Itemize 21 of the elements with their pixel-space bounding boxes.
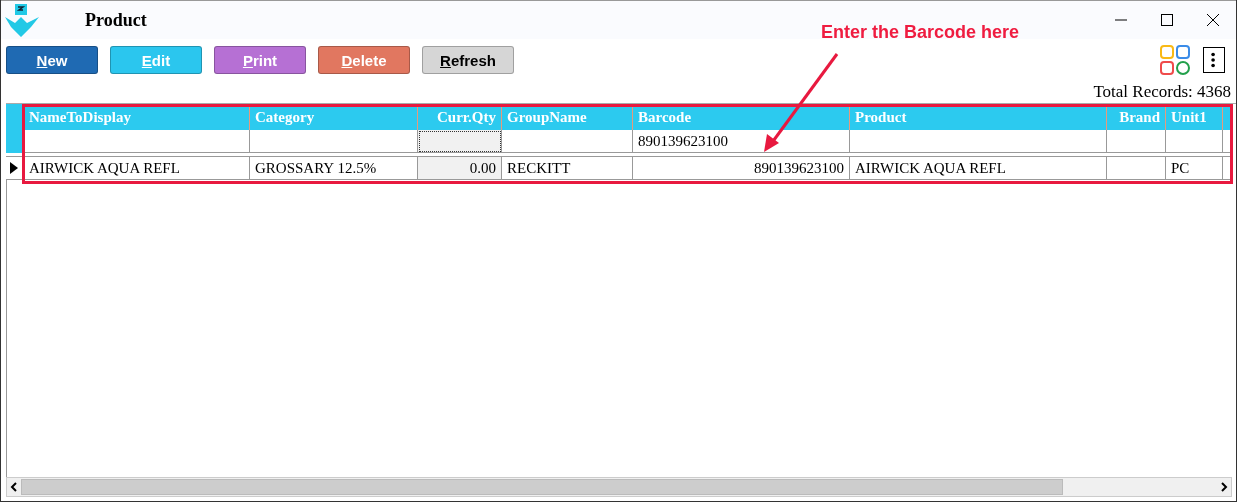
toolbar-button[interactable]: Edit: [110, 46, 202, 74]
annotation-text: Enter the Barcode here: [821, 22, 1020, 43]
filter-field[interactable]: [418, 130, 502, 153]
toolbar-button[interactable]: New: [6, 46, 98, 74]
filter-field[interactable]: [850, 130, 1107, 153]
filter-field[interactable]: [24, 130, 250, 153]
scrollbar-thumb[interactable]: [21, 479, 1063, 495]
filter-field[interactable]: [1107, 130, 1166, 153]
window-title: Product: [85, 9, 148, 31]
apps-icon[interactable]: [1159, 44, 1191, 76]
toolbar-button[interactable]: Print: [214, 46, 306, 74]
toolbar-button[interactable]: Delete: [318, 46, 410, 74]
more-menu-icon[interactable]: [1203, 47, 1225, 73]
filter-field[interactable]: [250, 130, 418, 153]
total-records: Total Records: 4368: [1092, 81, 1232, 103]
toolbar-button[interactable]: Refresh: [422, 46, 514, 74]
column-header[interactable]: [1223, 104, 1231, 130]
filter-field[interactable]: [1166, 130, 1223, 153]
filter-field[interactable]: 890139623100: [633, 130, 850, 153]
filter-field[interactable]: [502, 130, 633, 153]
table-cell: 0.00: [418, 157, 502, 180]
